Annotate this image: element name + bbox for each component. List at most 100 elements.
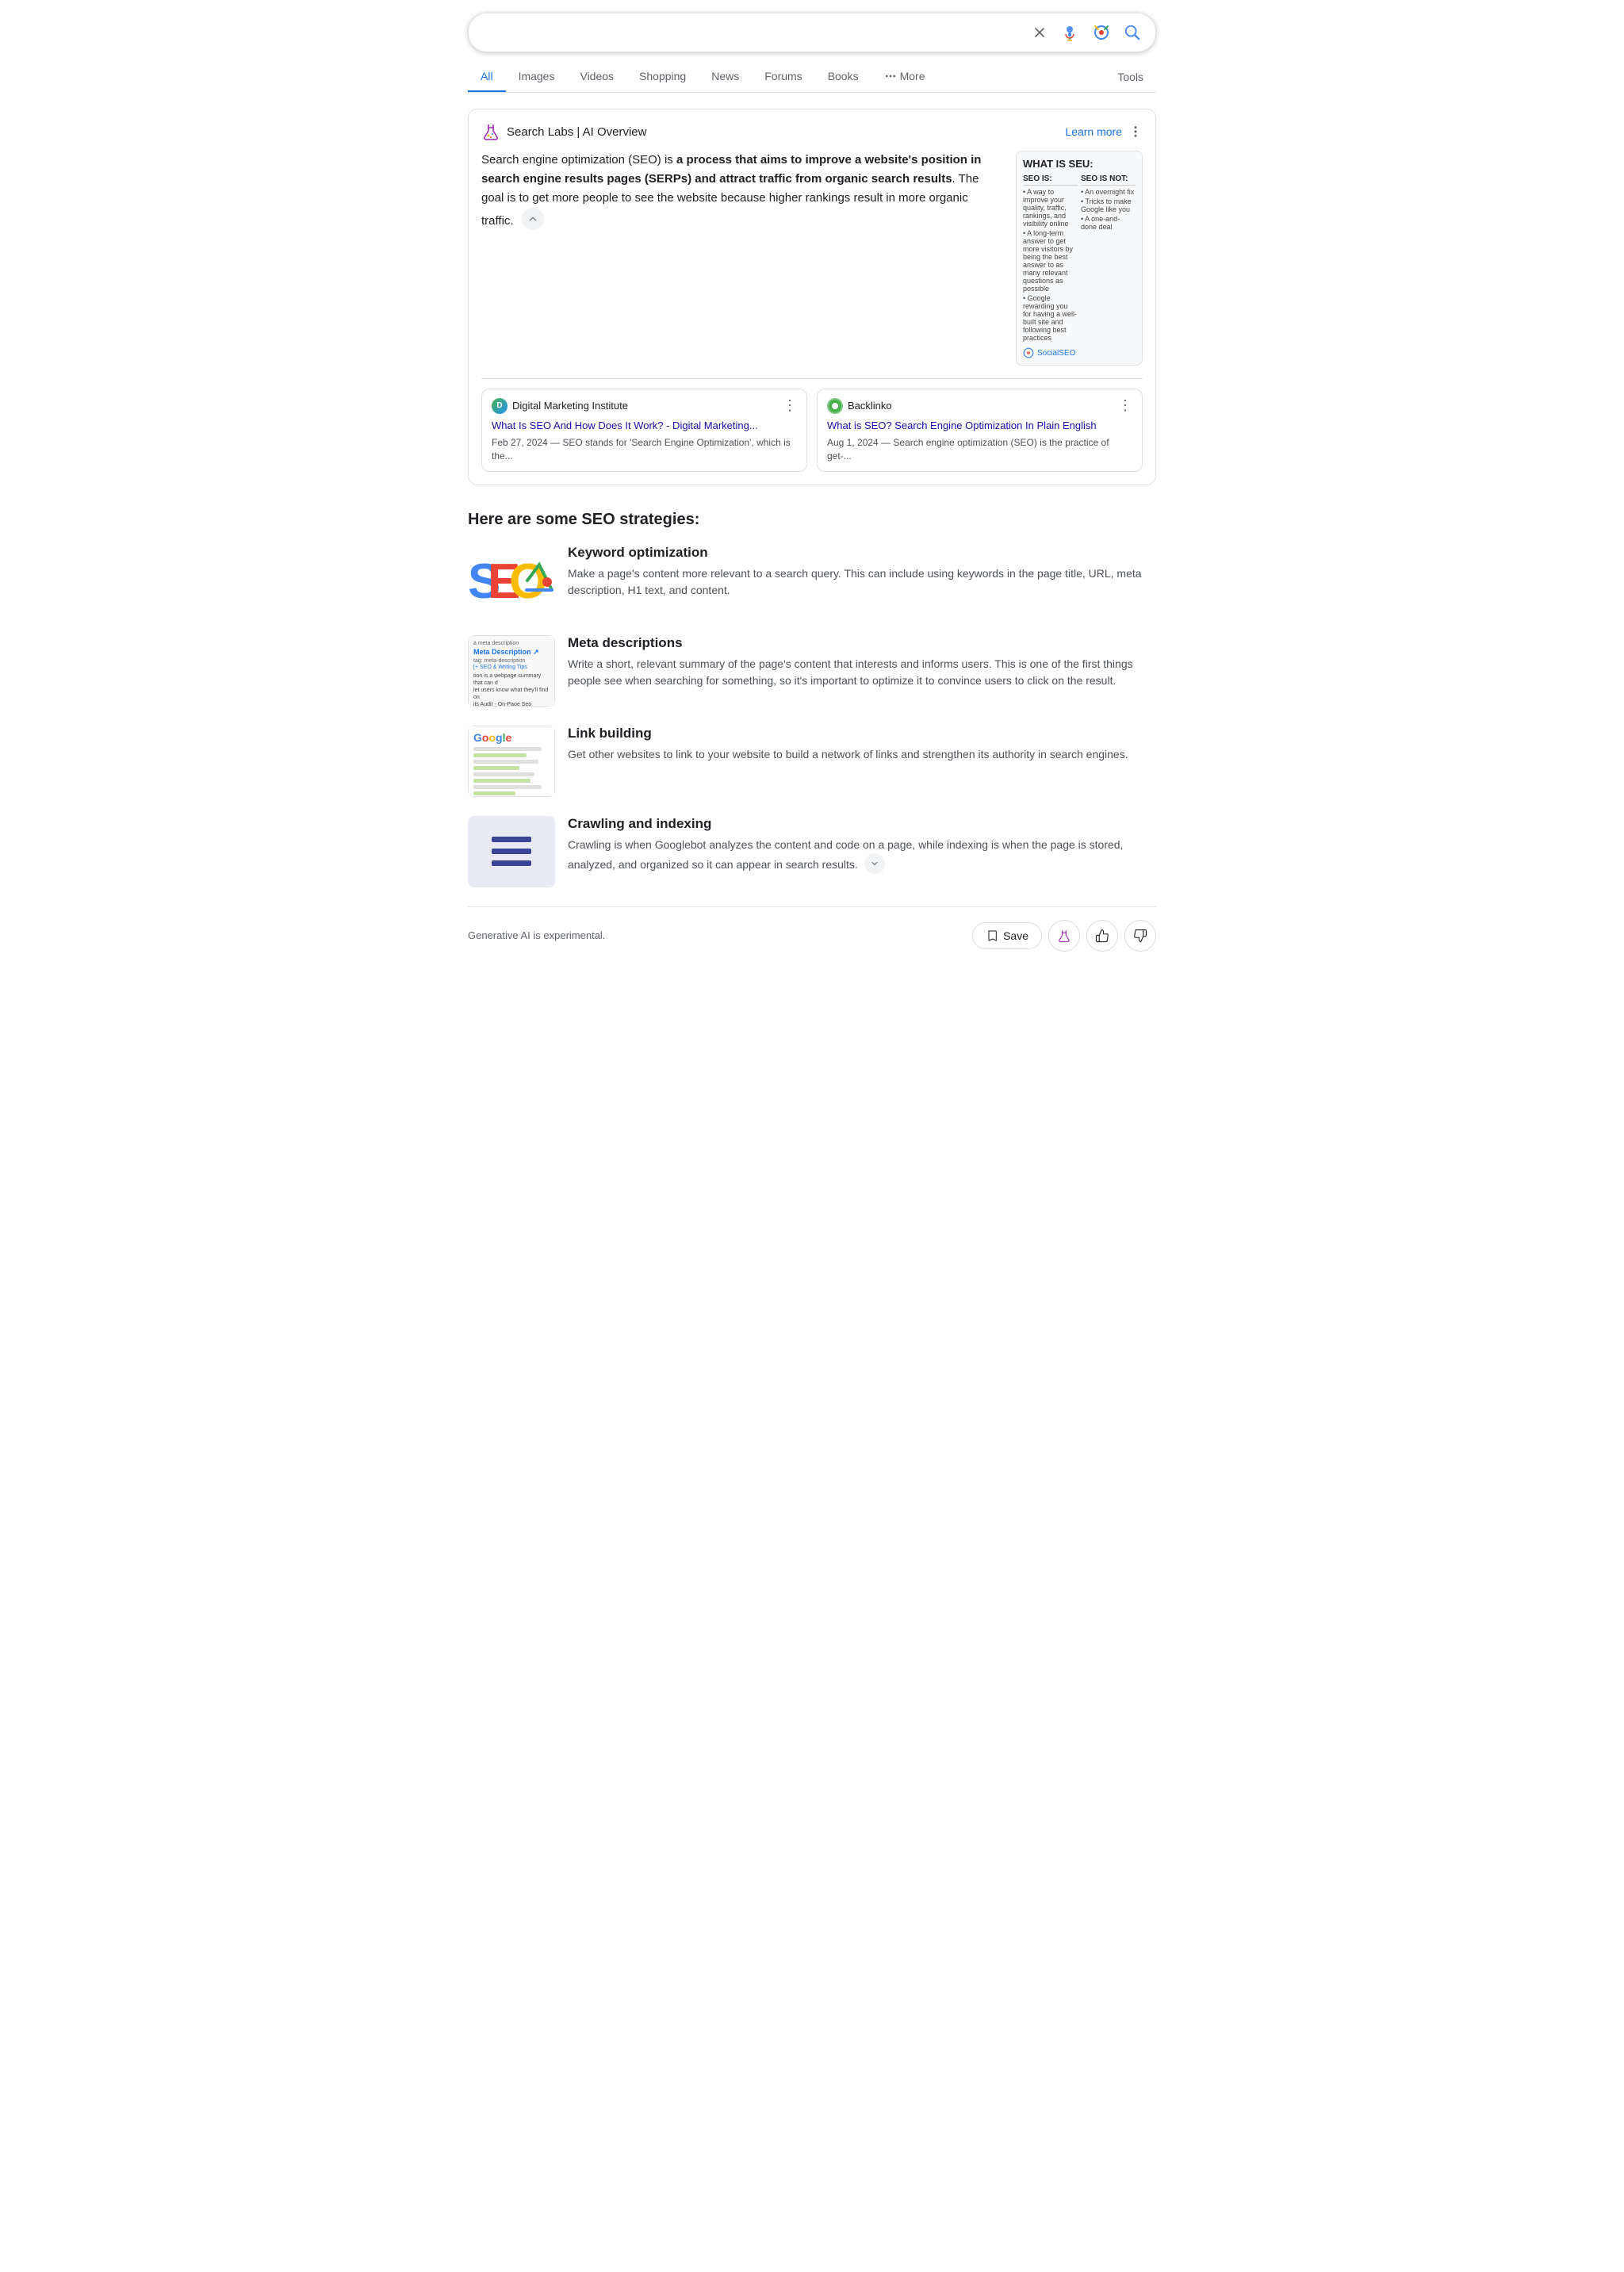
tab-more[interactable]: More <box>871 62 938 93</box>
save-label: Save <box>1003 929 1028 942</box>
col-header-seo-isnot: SEO IS NOT: <box>1081 174 1136 186</box>
thumbs-down-button[interactable] <box>1124 920 1156 952</box>
search-bar: what is seo <box>468 13 1156 52</box>
feedback-flag-button[interactable] <box>1048 920 1080 952</box>
strategy-crawling: Crawling and indexing Crawling is when G… <box>468 816 1156 887</box>
strategy-keyword: S E O Keyword optimization Make a page's… <box>468 545 1156 616</box>
strategy-meta-name: Meta descriptions <box>568 635 1156 651</box>
source-backlinko-menu-icon[interactable]: ⋮ <box>1118 397 1132 414</box>
strategy-link-content: Link building Get other websites to link… <box>568 726 1156 764</box>
nav-tabs: All Images Videos Shopping News Forums B… <box>468 62 1156 93</box>
seo-is-item-2: • A long-term answer to get more visitor… <box>1023 228 1078 293</box>
ai-content-row: Search engine optimization (SEO) is a pr… <box>481 151 1143 366</box>
learn-more-label[interactable]: Learn more <box>1065 125 1122 138</box>
strategy-meta-content: Meta descriptions Write a short, relevan… <box>568 635 1156 690</box>
ai-overview-section: Search Labs | AI Overview Learn more Sea… <box>468 109 1156 485</box>
seo-isnot-item-2: • Tricks to make Google like you <box>1081 197 1136 214</box>
thumbs-up-button[interactable] <box>1086 920 1118 952</box>
hamburger-icon <box>492 837 531 866</box>
seo-isnot-item-3: • A one-and-done deal <box>1081 214 1136 232</box>
source-backlinko-title: What is SEO? Search Engine Optimization … <box>827 419 1132 433</box>
source-cards: D Digital Marketing Institute ⋮ What Is … <box>481 389 1143 472</box>
search-icons <box>1030 21 1143 44</box>
strategy-link-name: Link building <box>568 726 1156 741</box>
search-button[interactable] <box>1122 22 1143 43</box>
search-input[interactable]: what is seo <box>481 25 1021 40</box>
strategy-keyword-image: S E O <box>468 545 555 616</box>
favicon-dmi: D <box>492 398 508 414</box>
strategy-link-image: Google <box>468 726 555 797</box>
thumbs-up-icon <box>1095 929 1109 943</box>
social-seo-text: SocialSEO <box>1037 349 1075 358</box>
tab-books[interactable]: Books <box>815 62 871 93</box>
save-button[interactable]: Save <box>972 922 1042 949</box>
source-backlinko-desc: Aug 1, 2024 — Search engine optimization… <box>827 436 1132 463</box>
strategy-link: Google Link building Get other websites … <box>468 726 1156 797</box>
favicon-backlinko <box>827 398 843 414</box>
strategy-crawling-content: Crawling and indexing Crawling is when G… <box>568 816 1156 875</box>
generative-label: Generative AI is experimental. <box>468 929 605 941</box>
microphone-icon <box>1060 23 1079 42</box>
collapse-button[interactable] <box>522 208 544 230</box>
strategy-meta-desc: Write a short, relevant summary of the p… <box>568 656 1156 690</box>
ai-main-text: Search engine optimization (SEO) is <box>481 153 676 167</box>
social-seo-icon <box>1023 347 1034 358</box>
source-dmi-title: What Is SEO And How Does It Work? - Digi… <box>492 419 797 433</box>
tab-shopping[interactable]: Shopping <box>626 62 699 93</box>
seo-is-item-1: • A way to improve your quality, traffic… <box>1023 187 1078 228</box>
flask-small-icon <box>1057 929 1071 943</box>
more-dots-icon <box>884 70 897 82</box>
source-dmi-name: Digital Marketing Institute <box>512 400 628 412</box>
seo-isnot-item-1: • An overnight fix <box>1081 187 1136 197</box>
strategies-section: Here are some SEO strategies: S E O Keyw… <box>468 511 1156 887</box>
flask-icon <box>481 122 500 141</box>
seo-is-item-3: • Google rewarding you for having a well… <box>1023 293 1078 343</box>
strategy-meta-image: a meta description Meta Description ↗ ta… <box>468 635 555 707</box>
source-card-dmi[interactable]: D Digital Marketing Institute ⋮ What Is … <box>481 389 807 472</box>
strategy-crawling-image <box>468 816 555 887</box>
search-bar-container: what is seo <box>468 0 1156 62</box>
strategy-crawling-name: Crawling and indexing <box>568 816 1156 832</box>
col-header-seo-is: SEO IS: <box>1023 174 1078 186</box>
ai-overview-divider <box>481 378 1143 379</box>
source-backlinko-name: Backlinko <box>848 400 892 412</box>
clear-icon <box>1032 25 1048 40</box>
tab-news[interactable]: News <box>699 62 752 93</box>
more-options-icon[interactable] <box>1128 125 1143 139</box>
source-card-backlinko-header: Backlinko ⋮ <box>827 397 1132 414</box>
strategy-keyword-name: Keyword optimization <box>568 545 1156 561</box>
source-card-backlinko-site: Backlinko <box>827 398 892 414</box>
ai-image-title: WHAT IS SEU: <box>1023 158 1136 170</box>
strategy-link-desc: Get other websites to link to your websi… <box>568 746 1156 764</box>
source-card-backlinko[interactable]: Backlinko ⋮ What is SEO? Search Engine O… <box>817 389 1143 472</box>
ai-overview-actions[interactable]: Learn more <box>1065 125 1143 139</box>
chevron-down-icon <box>870 859 879 868</box>
ai-text-block: Search engine optimization (SEO) is a pr… <box>481 151 1003 366</box>
strategies-title: Here are some SEO strategies: <box>468 511 1156 529</box>
strategy-crawling-desc: Crawling is when Googlebot analyzes the … <box>568 837 1156 875</box>
strategy-keyword-content: Keyword optimization Make a page's conte… <box>568 545 1156 600</box>
lens-button[interactable] <box>1090 21 1113 44</box>
search-icon <box>1124 24 1141 41</box>
source-dmi-desc: Feb 27, 2024 — SEO stands for 'Search En… <box>492 436 797 463</box>
ai-seo-image: WHAT IS SEU: SEO IS: • A way to improve … <box>1016 151 1143 366</box>
chevron-up-icon <box>527 213 538 224</box>
tab-all[interactable]: All <box>468 62 506 93</box>
ai-overview-badge-text: Search Labs | AI Overview <box>507 125 646 139</box>
source-dmi-menu-icon[interactable]: ⋮ <box>783 397 797 414</box>
bookmark-icon <box>986 929 998 942</box>
lens-icon <box>1092 23 1111 42</box>
voice-search-button[interactable] <box>1059 21 1081 44</box>
expand-button[interactable] <box>864 853 885 874</box>
ai-image-grid: SEO IS: • A way to improve your quality,… <box>1023 174 1136 343</box>
thumbs-down-icon <box>1133 929 1147 943</box>
tools-tab[interactable]: Tools <box>1105 63 1156 91</box>
clear-button[interactable] <box>1030 23 1049 42</box>
tab-videos[interactable]: Videos <box>567 62 626 93</box>
bottom-actions: Save <box>972 920 1156 952</box>
tab-images[interactable]: Images <box>506 62 568 93</box>
seo-logo-svg: S E O <box>468 549 555 612</box>
source-card-dmi-site: D Digital Marketing Institute <box>492 398 628 414</box>
source-card-dmi-header: D Digital Marketing Institute ⋮ <box>492 397 797 414</box>
tab-forums[interactable]: Forums <box>752 62 814 93</box>
